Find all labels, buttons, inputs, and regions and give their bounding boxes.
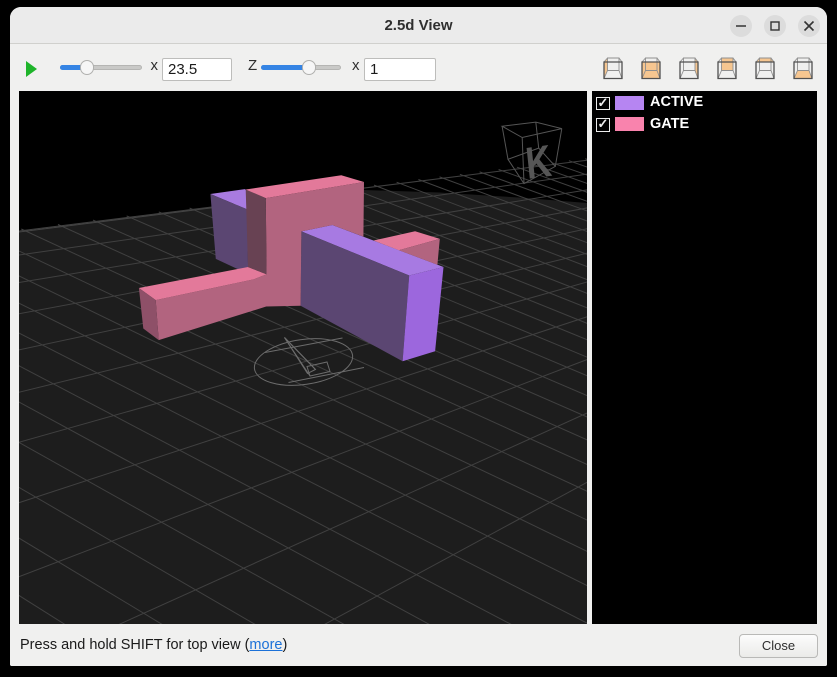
svg-text:K: K <box>523 136 553 189</box>
